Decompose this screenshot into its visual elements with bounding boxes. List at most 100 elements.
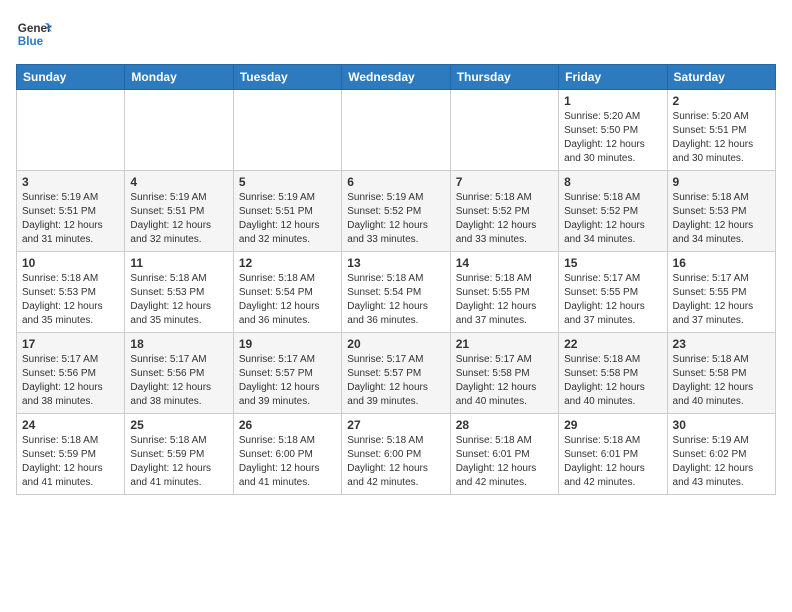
day-info: Sunrise: 5:19 AM Sunset: 5:51 PM Dayligh…: [22, 191, 119, 247]
day-info: Sunrise: 5:18 AM Sunset: 6:00 PM Dayligh…: [347, 434, 444, 490]
day-info: Sunrise: 5:18 AM Sunset: 5:53 PM Dayligh…: [673, 191, 770, 247]
day-number: 16: [673, 256, 770, 270]
calendar-cell: 27Sunrise: 5:18 AM Sunset: 6:00 PM Dayli…: [342, 414, 450, 495]
calendar-cell: [17, 90, 125, 171]
calendar-cell: 23Sunrise: 5:18 AM Sunset: 5:58 PM Dayli…: [667, 333, 775, 414]
calendar-body: 1Sunrise: 5:20 AM Sunset: 5:50 PM Daylig…: [17, 90, 776, 495]
weekday-header-row: SundayMondayTuesdayWednesdayThursdayFrid…: [17, 65, 776, 90]
calendar-cell: [125, 90, 233, 171]
day-number: 30: [673, 418, 770, 432]
calendar-week-4: 24Sunrise: 5:18 AM Sunset: 5:59 PM Dayli…: [17, 414, 776, 495]
day-number: 12: [239, 256, 336, 270]
day-number: 29: [564, 418, 661, 432]
day-info: Sunrise: 5:17 AM Sunset: 5:57 PM Dayligh…: [239, 353, 336, 409]
day-number: 20: [347, 337, 444, 351]
calendar-cell: 29 Sunrise: 5:18 AM Sunset: 6:01 PM Dayli…: [559, 414, 667, 495]
calendar-cell: 1Sunrise: 5:20 AM Sunset: 5:50 PM Daylig…: [559, 90, 667, 171]
calendar-cell: 18Sunrise: 5:17 AM Sunset: 5:56 PM Dayli…: [125, 333, 233, 414]
calendar-week-0: 1Sunrise: 5:20 AM Sunset: 5:50 PM Daylig…: [17, 90, 776, 171]
calendar-cell: 6 Sunrise: 5:19 AM Sunset: 5:52 PM Daylig…: [342, 171, 450, 252]
day-number: 5: [239, 175, 336, 189]
weekday-wednesday: Wednesday: [342, 65, 450, 90]
day-number: 4: [130, 175, 227, 189]
day-number: 15: [564, 256, 661, 270]
day-info: Sunrise: 5:18 AM Sunset: 5:54 PM Dayligh…: [347, 272, 444, 328]
calendar-cell: 8 Sunrise: 5:18 AM Sunset: 5:52 PM Daylig…: [559, 171, 667, 252]
day-info: Sunrise: 5:18 AM Sunset: 5:53 PM Dayligh…: [22, 272, 119, 328]
day-info: Sunrise: 5:18 AM Sunset: 6:01 PM Dayligh…: [456, 434, 553, 490]
day-info: Sunrise: 5:18 AM Sunset: 5:52 PM Dayligh…: [564, 191, 661, 247]
day-info: Sunrise: 5:18 AM Sunset: 5:58 PM Dayligh…: [564, 353, 661, 409]
calendar-cell: [233, 90, 341, 171]
day-info: Sunrise: 5:19 AM Sunset: 5:51 PM Dayligh…: [239, 191, 336, 247]
day-number: 7: [456, 175, 553, 189]
calendar-week-2: 10 Sunrise: 5:18 AM Sunset: 5:53 PM Dayli…: [17, 252, 776, 333]
calendar-cell: 28 Sunrise: 5:18 AM Sunset: 6:01 PM Dayli…: [450, 414, 558, 495]
day-info: Sunrise: 5:18 AM Sunset: 5:53 PM Dayligh…: [130, 272, 227, 328]
calendar-cell: 16 Sunrise: 5:17 AM Sunset: 5:55 PM Dayli…: [667, 252, 775, 333]
day-number: 1: [564, 94, 661, 108]
day-number: 17: [22, 337, 119, 351]
day-number: 13: [347, 256, 444, 270]
day-info: Sunrise: 5:17 AM Sunset: 5:56 PM Dayligh…: [130, 353, 227, 409]
day-number: 8: [564, 175, 661, 189]
weekday-tuesday: Tuesday: [233, 65, 341, 90]
day-number: 14: [456, 256, 553, 270]
calendar-cell: 24Sunrise: 5:18 AM Sunset: 5:59 PM Dayli…: [17, 414, 125, 495]
calendar-cell: 17 Sunrise: 5:17 AM Sunset: 5:56 PM Dayli…: [17, 333, 125, 414]
logo-icon: General Blue: [16, 16, 52, 52]
day-number: 19: [239, 337, 336, 351]
calendar-cell: 9 Sunrise: 5:18 AM Sunset: 5:53 PM Daylig…: [667, 171, 775, 252]
day-info: Sunrise: 5:19 AM Sunset: 5:51 PM Dayligh…: [130, 191, 227, 247]
day-number: 25: [130, 418, 227, 432]
day-info: Sunrise: 5:18 AM Sunset: 5:55 PM Dayligh…: [456, 272, 553, 328]
day-info: Sunrise: 5:19 AM Sunset: 6:02 PM Dayligh…: [673, 434, 770, 490]
logo: General Blue: [16, 16, 52, 52]
calendar-cell: 25 Sunrise: 5:18 AM Sunset: 5:59 PM Dayli…: [125, 414, 233, 495]
svg-text:Blue: Blue: [18, 35, 44, 48]
calendar-cell: 14 Sunrise: 5:18 AM Sunset: 5:55 PM Dayli…: [450, 252, 558, 333]
weekday-saturday: Saturday: [667, 65, 775, 90]
calendar-cell: 10 Sunrise: 5:18 AM Sunset: 5:53 PM Dayli…: [17, 252, 125, 333]
calendar-cell: 13 Sunrise: 5:18 AM Sunset: 5:54 PM Dayli…: [342, 252, 450, 333]
day-number: 22: [564, 337, 661, 351]
day-info: Sunrise: 5:20 AM Sunset: 5:51 PM Dayligh…: [673, 110, 770, 166]
day-info: Sunrise: 5:17 AM Sunset: 5:55 PM Dayligh…: [673, 272, 770, 328]
day-number: 23: [673, 337, 770, 351]
weekday-friday: Friday: [559, 65, 667, 90]
calendar-cell: 26Sunrise: 5:18 AM Sunset: 6:00 PM Dayli…: [233, 414, 341, 495]
day-info: Sunrise: 5:18 AM Sunset: 5:54 PM Dayligh…: [239, 272, 336, 328]
day-info: Sunrise: 5:17 AM Sunset: 5:57 PM Dayligh…: [347, 353, 444, 409]
day-info: Sunrise: 5:18 AM Sunset: 5:59 PM Dayligh…: [130, 434, 227, 490]
calendar-cell: 11Sunrise: 5:18 AM Sunset: 5:53 PM Dayli…: [125, 252, 233, 333]
day-number: 10: [22, 256, 119, 270]
calendar-cell: 30 Sunrise: 5:19 AM Sunset: 6:02 PM Dayli…: [667, 414, 775, 495]
day-info: Sunrise: 5:19 AM Sunset: 5:52 PM Dayligh…: [347, 191, 444, 247]
day-number: 21: [456, 337, 553, 351]
calendar-cell: 19 Sunrise: 5:17 AM Sunset: 5:57 PM Dayli…: [233, 333, 341, 414]
calendar-cell: 22 Sunrise: 5:18 AM Sunset: 5:58 PM Dayli…: [559, 333, 667, 414]
day-number: 28: [456, 418, 553, 432]
calendar-week-3: 17 Sunrise: 5:17 AM Sunset: 5:56 PM Dayli…: [17, 333, 776, 414]
calendar-cell: 4 Sunrise: 5:19 AM Sunset: 5:51 PM Daylig…: [125, 171, 233, 252]
day-number: 9: [673, 175, 770, 189]
calendar-cell: [450, 90, 558, 171]
weekday-monday: Monday: [125, 65, 233, 90]
day-info: Sunrise: 5:18 AM Sunset: 6:00 PM Dayligh…: [239, 434, 336, 490]
calendar-cell: 15 Sunrise: 5:17 AM Sunset: 5:55 PM Dayli…: [559, 252, 667, 333]
calendar-cell: 12 Sunrise: 5:18 AM Sunset: 5:54 PM Dayli…: [233, 252, 341, 333]
day-info: Sunrise: 5:17 AM Sunset: 5:55 PM Dayligh…: [564, 272, 661, 328]
weekday-sunday: Sunday: [17, 65, 125, 90]
day-info: Sunrise: 5:18 AM Sunset: 5:59 PM Dayligh…: [22, 434, 119, 490]
calendar-cell: 7 Sunrise: 5:18 AM Sunset: 5:52 PM Daylig…: [450, 171, 558, 252]
calendar-cell: [342, 90, 450, 171]
day-info: Sunrise: 5:18 AM Sunset: 6:01 PM Dayligh…: [564, 434, 661, 490]
day-info: Sunrise: 5:18 AM Sunset: 5:52 PM Dayligh…: [456, 191, 553, 247]
day-number: 6: [347, 175, 444, 189]
weekday-thursday: Thursday: [450, 65, 558, 90]
day-number: 3: [22, 175, 119, 189]
calendar-cell: 5 Sunrise: 5:19 AM Sunset: 5:51 PM Daylig…: [233, 171, 341, 252]
day-info: Sunrise: 5:17 AM Sunset: 5:56 PM Dayligh…: [22, 353, 119, 409]
page-header: General Blue: [16, 16, 776, 52]
day-info: Sunrise: 5:17 AM Sunset: 5:58 PM Dayligh…: [456, 353, 553, 409]
